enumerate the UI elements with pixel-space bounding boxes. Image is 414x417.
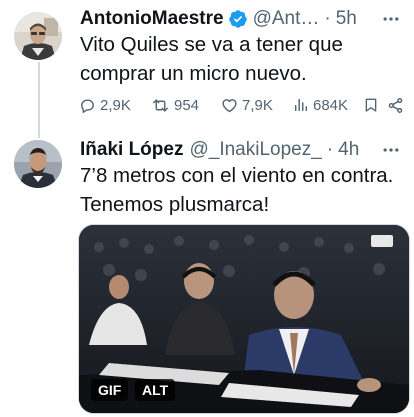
tweet-media-gif[interactable]: GIF ALT bbox=[78, 224, 410, 414]
retweet-icon bbox=[153, 98, 168, 112]
handle[interactable]: @Ant… bbox=[253, 7, 320, 31]
separator-dot: · bbox=[326, 139, 334, 160]
broadcast-logo bbox=[371, 235, 393, 247]
heart-icon bbox=[222, 98, 237, 112]
retweet-count: 954 bbox=[174, 96, 200, 114]
tweet-action-bar: 2,9K 954 7,9K 684K bbox=[79, 94, 405, 116]
thread-connector-line bbox=[38, 62, 40, 138]
reply-button[interactable]: 2,9K bbox=[79, 97, 151, 114]
reply-icon bbox=[81, 98, 94, 113]
display-name[interactable]: AntonioMaestre bbox=[80, 7, 224, 31]
tweet-text-line: Tenemos plusmarca! bbox=[80, 193, 270, 216]
avatar-inakilopez[interactable] bbox=[14, 140, 62, 188]
tweet-header: Iñaki López @_InakiLopez_ · 4h bbox=[80, 138, 359, 162]
views-button[interactable]: 684K bbox=[293, 97, 363, 114]
tweet-text-line: Vito Quiles se va a tener que bbox=[80, 33, 343, 56]
tweet-text-line: 7’8 metros con el viento en contra. bbox=[80, 164, 394, 187]
like-count: 7,9K bbox=[242, 96, 273, 114]
avatar-antoniomaestre[interactable] bbox=[14, 12, 62, 60]
gif-scene-image bbox=[79, 225, 409, 413]
timestamp[interactable]: 5h bbox=[336, 7, 357, 31]
views-count: 684K bbox=[313, 96, 349, 114]
views-icon bbox=[294, 98, 308, 112]
tweet-text-line: comprar un micro nuevo. bbox=[80, 62, 307, 85]
retweet-button[interactable]: 954 bbox=[151, 97, 221, 114]
bookmark-button[interactable] bbox=[363, 96, 387, 114]
handle[interactable]: @_InakiLopez_ bbox=[189, 138, 321, 162]
separator-dot: · bbox=[324, 8, 331, 29]
like-button[interactable]: 7,9K bbox=[221, 97, 293, 114]
tweet-header: AntonioMaestre @Ant… · 5h bbox=[80, 7, 357, 31]
tweet-text: 7’8 metros con el viento en contra. Tene… bbox=[80, 161, 406, 219]
display-name[interactable]: Iñaki López bbox=[80, 138, 183, 162]
share-button[interactable] bbox=[387, 97, 405, 114]
alt-text-button[interactable]: ALT bbox=[135, 379, 176, 401]
more-horizontal-icon[interactable] bbox=[380, 8, 402, 30]
timestamp[interactable]: 4h bbox=[338, 138, 359, 162]
gif-badge: GIF bbox=[91, 379, 129, 401]
more-horizontal-icon[interactable] bbox=[380, 139, 402, 161]
verified-badge-icon bbox=[228, 9, 248, 29]
reply-count: 2,9K bbox=[100, 96, 131, 114]
share-icon bbox=[388, 97, 403, 113]
tweet-text: Vito Quiles se va a tener que comprar un… bbox=[80, 30, 406, 88]
bookmark-icon bbox=[365, 98, 377, 112]
